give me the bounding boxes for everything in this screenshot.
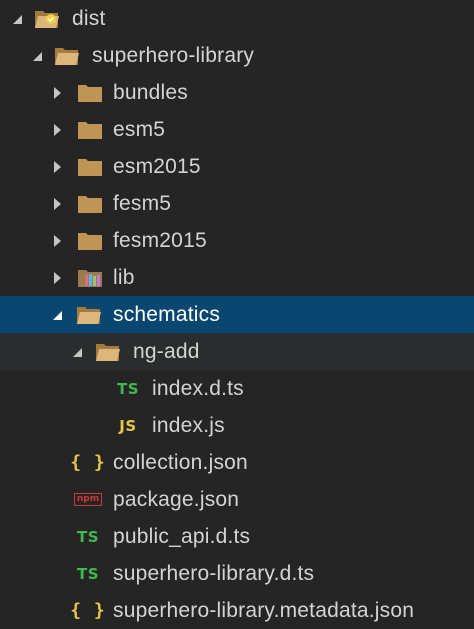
tree-item-label: collection.json [113,451,248,474]
tree-item-label: index.d.ts [152,377,244,400]
tree-item-label: ng-add [133,340,200,363]
json-icon: { } [70,600,105,622]
tree-item-label: superhero-library.d.ts [113,562,315,585]
ts-badge: TS [76,564,100,583]
tree-item-label: schematics [113,303,221,326]
chevron-right-icon[interactable] [48,232,66,250]
tree-item-label: esm2015 [113,155,201,178]
chevron-right-icon[interactable] [48,121,66,139]
chevron-down-icon[interactable] [48,306,66,324]
tree-item-label: public_api.d.ts [113,525,251,548]
tree-item-label: index.js [152,414,225,437]
tree-item-ng-add[interactable]: ng-add [0,333,474,370]
chevron-right-icon[interactable] [48,158,66,176]
tree-item-label: fesm2015 [113,229,207,252]
json-badge: { } [70,600,106,621]
chevron-down-icon[interactable] [28,47,46,65]
tree-item-fesm5[interactable]: fesm5 [0,185,474,222]
folder-icon [77,193,103,215]
folder-icon [77,156,103,178]
chevron-down-icon[interactable] [68,343,86,361]
tree-item-collection-json[interactable]: { } collection.json [0,444,474,481]
tree-item-bundles[interactable]: bundles [0,74,474,111]
javascript-icon: JS [115,415,141,437]
json-badge: { } [70,452,106,473]
folder-icon [77,230,103,252]
js-badge: JS [119,416,137,435]
tree-item-superhero-library[interactable]: superhero-library [0,37,474,74]
folder-open-icon [34,8,60,30]
tree-item-label: superhero-library [92,44,255,67]
folder-open-icon [76,304,102,326]
tree-item-superhero-library-metadata-json[interactable]: { } superhero-library.metadata.json [0,592,474,629]
tree-item-esm5[interactable]: esm5 [0,111,474,148]
tree-item-schematics[interactable]: schematics [0,296,474,333]
tree-item-index-js[interactable]: JS index.js [0,407,474,444]
npm-icon: npm [73,489,103,511]
chevron-down-icon[interactable] [8,10,26,28]
chevron-right-icon[interactable] [48,84,66,102]
folder-open-icon [95,341,121,363]
tree-item-package-json[interactable]: npm package.json [0,481,474,518]
tree-item-label: esm5 [113,118,166,141]
tree-item-label: dist [72,7,106,30]
tree-item-label: fesm5 [113,192,172,215]
tree-item-label: bundles [113,81,188,104]
typescript-icon: TS [115,378,141,400]
tree-item-label: package.json [113,488,240,511]
ts-badge: TS [76,527,100,546]
chevron-right-icon[interactable] [48,195,66,213]
folder-open-icon [54,45,80,67]
tree-item-esm2015[interactable]: esm2015 [0,148,474,185]
typescript-icon: TS [75,526,101,548]
ts-badge: TS [116,379,140,398]
json-icon: { } [70,452,105,474]
tree-item-fesm2015[interactable]: fesm2015 [0,222,474,259]
tree-item-label: lib [113,266,135,289]
tree-item-lib[interactable]: lib [0,259,474,296]
typescript-icon: TS [75,563,101,585]
tree-item-label: superhero-library.metadata.json [113,599,415,622]
lib-folder-icon [77,267,103,289]
npm-badge: npm [73,493,103,506]
tree-item-index-d-ts[interactable]: TS index.d.ts [0,370,474,407]
folder-icon [77,119,103,141]
folder-icon [77,82,103,104]
tree-item-dist[interactable]: dist [0,0,474,37]
chevron-right-icon[interactable] [48,269,66,287]
tree-item-public-api-d-ts[interactable]: TS public_api.d.ts [0,518,474,555]
file-explorer-tree: dist superhero-library bundles esm5 esm2… [0,0,474,629]
tree-item-superhero-library-d-ts[interactable]: TS superhero-library.d.ts [0,555,474,592]
